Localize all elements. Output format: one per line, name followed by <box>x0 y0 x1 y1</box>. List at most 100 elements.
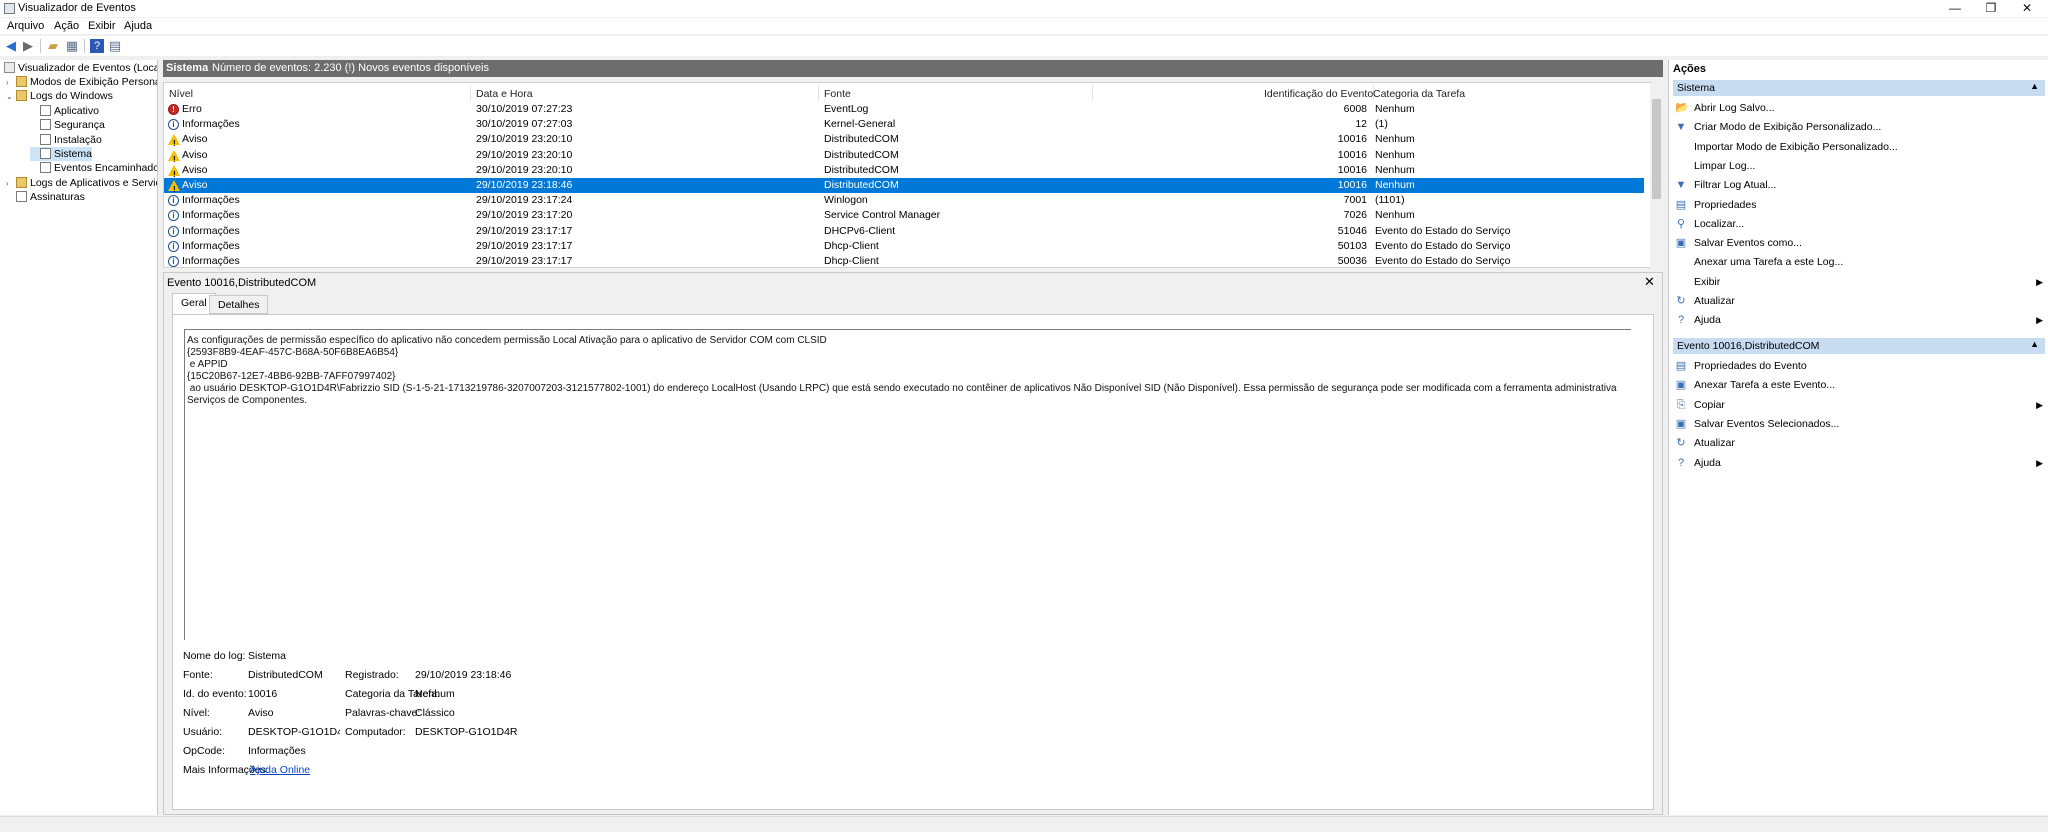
column-header-date[interactable]: Data e Hora <box>476 88 533 100</box>
column-separator[interactable] <box>818 85 819 101</box>
online-help-link[interactable]: Ajuda Online <box>250 764 310 776</box>
event-row[interactable]: i Informações 29/10/2019 23:17:20 Service C… <box>164 208 1644 223</box>
scroll-thumb[interactable] <box>1652 99 1661 199</box>
column-header-level[interactable]: Nível <box>169 88 193 100</box>
prop-recorded-value: 29/10/2019 23:18:46 <box>415 669 512 681</box>
expand-chevron-icon[interactable]: › <box>6 177 16 191</box>
action-item[interactable]: 📂 Abrir Log Salvo... <box>1673 99 2045 117</box>
tree-item[interactable]: Assinaturas <box>6 190 85 204</box>
action-item[interactable]: ⎘ Copiar ▶ <box>1673 396 2045 414</box>
action-item[interactable]: ▼ Criar Modo de Exibição Personalizado... <box>1673 118 2045 136</box>
action-label: Propriedades do Evento <box>1694 360 1807 372</box>
event-row[interactable]: i Informações 30/10/2019 07:27:03 Kernel-Ge… <box>164 117 1644 132</box>
restore-button[interactable]: ❐ <box>1974 0 2008 17</box>
event-date: 30/10/2019 07:27:03 <box>476 118 573 131</box>
title-bar: Visualizador de Eventos — ❐ ✕ <box>0 0 2048 17</box>
column-separator[interactable] <box>470 85 471 101</box>
event-source: DistributedCOM <box>824 133 899 146</box>
menu-exibir[interactable]: Exibir <box>88 20 116 32</box>
collapse-icon[interactable]: ▲ <box>2030 81 2039 91</box>
tree-item[interactable]: › Logs de Aplicativos e Serviç <box>6 176 157 191</box>
action-item[interactable]: ▣ Salvar Eventos como... <box>1673 234 2045 252</box>
close-button[interactable]: ✕ <box>2010 0 2044 17</box>
expand-chevron-icon[interactable]: › <box>6 76 16 90</box>
show-action-pane-icon[interactable]: ▤ <box>108 39 122 53</box>
event-row[interactable]: ! Aviso 29/10/2019 23:18:46 DistributedCOM 1… <box>164 178 1644 194</box>
tab-detalhes[interactable]: Detalhes <box>209 295 269 314</box>
event-row[interactable]: ! Aviso 29/10/2019 23:20:10 DistributedCOM 1… <box>164 132 1644 148</box>
action-item[interactable]: ↻ Atualizar <box>1673 434 2045 452</box>
actions-section-sistema[interactable]: Sistema ▲ <box>1673 80 2045 96</box>
action-item[interactable]: ▣ Anexar Tarefa a este Evento... <box>1673 376 2045 394</box>
prop-log-value: Sistema <box>248 650 286 662</box>
action-item[interactable]: ? Ajuda ▶ <box>1673 311 2045 329</box>
action-item[interactable]: ⚲ Localizar... <box>1673 215 2045 233</box>
column-separator[interactable] <box>1092 85 1093 101</box>
tree-root[interactable]: Visualizador de Eventos (Local) <box>4 61 157 75</box>
event-source: EventLog <box>824 103 869 115</box>
event-date: 29/10/2019 23:20:10 <box>476 133 573 146</box>
event-message[interactable]: As configurações de permissão específico… <box>184 329 1631 640</box>
action-item[interactable]: ▼ Filtrar Log Atual... <box>1673 176 2045 194</box>
tree-item[interactable]: ⌄ Logs do Windows <box>6 89 113 103</box>
tree-item[interactable]: Sistema <box>30 147 92 161</box>
event-row[interactable]: ! Aviso 29/10/2019 23:20:10 DistributedCOM 1… <box>164 148 1644 164</box>
prop-user-value: DESKTOP-G1O1D4R\Fabrizzi <box>248 726 340 738</box>
event-source: Winlogon <box>824 194 868 207</box>
action-item[interactable]: Importar Modo de Exibição Personalizado.… <box>1673 138 2045 156</box>
event-row[interactable]: ! Aviso 29/10/2019 23:20:10 DistributedCOM 1… <box>164 163 1644 179</box>
event-viewer-icon <box>4 62 15 73</box>
action-item[interactable]: ▣ Salvar Eventos Selecionados... <box>1673 415 2045 433</box>
forward-arrow-icon[interactable]: ▶ <box>21 39 35 53</box>
event-row[interactable]: ! Erro 30/10/2019 07:27:23 EventLog 6008 Nenh… <box>164 102 1644 117</box>
event-source: DistributedCOM <box>824 148 899 161</box>
submenu-arrow-icon: ▶ <box>2036 457 2043 468</box>
show-hide-tree-icon[interactable]: ▦ <box>65 39 79 53</box>
status-bar <box>0 816 2048 832</box>
help-icon[interactable]: ? <box>90 39 104 53</box>
back-arrow-icon[interactable]: ◀ <box>4 39 18 53</box>
tree-item[interactable]: › Modos de Exibição Personaliz <box>6 75 157 90</box>
action-item[interactable]: ↻ Atualizar <box>1673 292 2045 310</box>
action-icon <box>1675 160 1687 172</box>
action-icon: ▣ <box>1675 379 1687 392</box>
tree-item[interactable]: Instalação <box>30 133 102 147</box>
event-row[interactable]: i Informações 29/10/2019 23:17:17 DHCPv6-Cl… <box>164 224 1644 239</box>
action-item[interactable]: Exibir ▶ <box>1673 273 2045 291</box>
collapse-icon[interactable]: ▲ <box>2030 339 2039 349</box>
menu-arquivo[interactable]: Arquivo <box>7 20 44 32</box>
action-item[interactable]: ▤ Propriedades do Evento <box>1673 357 2045 375</box>
action-icon <box>1675 141 1687 153</box>
tree-item[interactable]: Segurança <box>30 118 105 132</box>
event-source: Kernel-General <box>824 118 896 131</box>
event-task-category: (1) <box>1375 118 1388 131</box>
event-id: 7026 <box>1343 209 1367 222</box>
column-header-task-category[interactable]: Categoria da Tarefa <box>1373 88 1465 100</box>
up-folder-icon[interactable]: ▰ <box>46 39 60 53</box>
action-item[interactable]: Anexar uma Tarefa a este Log... <box>1673 253 2045 271</box>
event-row[interactable]: i Informações 29/10/2019 23:17:17 Dhcp-Clie… <box>164 254 1644 267</box>
menu-acao[interactable]: Ação <box>54 20 79 32</box>
expand-chevron-icon[interactable]: ⌄ <box>6 90 16 104</box>
action-item[interactable]: Limpar Log... <box>1673 157 2045 175</box>
tree-item[interactable]: Aplicativo <box>30 104 99 118</box>
event-date: 29/10/2019 23:17:20 <box>476 209 573 222</box>
info-icon: i <box>168 240 179 252</box>
action-item[interactable]: ? Ajuda ▶ <box>1673 454 2045 472</box>
action-label: Localizar... <box>1694 217 1745 230</box>
menu-ajuda[interactable]: Ajuda <box>124 20 152 32</box>
tree-item[interactable]: Eventos Encaminhados <box>30 161 157 175</box>
action-item[interactable]: ▤ Propriedades <box>1673 196 2045 214</box>
event-id: 6008 <box>1343 103 1367 115</box>
event-row[interactable]: i Informações 29/10/2019 23:17:17 Dhcp-Clie… <box>164 239 1644 254</box>
event-row[interactable]: i Informações 29/10/2019 23:17:24 Winlogon 7… <box>164 193 1644 208</box>
column-header-source[interactable]: Fonte <box>824 88 851 100</box>
minimize-button[interactable]: — <box>1938 0 1972 17</box>
events-vertical-scrollbar[interactable] <box>1650 83 1663 268</box>
close-details-icon[interactable]: ✕ <box>1644 274 1655 290</box>
column-header-event-id[interactable]: Identificação do Evento <box>1264 88 1373 100</box>
folder-icon <box>16 76 27 87</box>
folder-icon <box>16 90 27 102</box>
actions-section-event[interactable]: Evento 10016,DistributedCOM ▲ <box>1673 338 2045 354</box>
prop-source-label: Fonte: <box>183 669 213 681</box>
